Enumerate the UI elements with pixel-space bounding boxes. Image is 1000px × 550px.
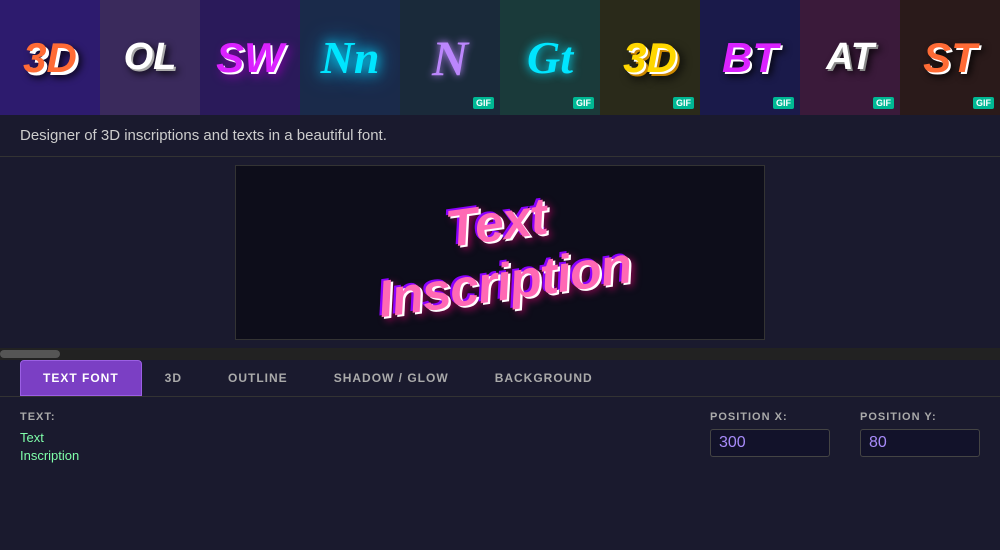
position-y-group: POSITION Y: (860, 411, 980, 457)
canvas-area: Text Inscription (0, 157, 1000, 348)
banner-item-3d-1[interactable]: 3D (0, 0, 100, 115)
gif-badge: GIF (673, 97, 694, 109)
scrollbar[interactable] (0, 348, 1000, 360)
scrollbar-thumb[interactable] (0, 350, 60, 358)
banner-item-label: SW (216, 34, 284, 82)
tab-outline[interactable]: OUTLINE (205, 360, 311, 396)
banner-item-label: N (432, 29, 468, 87)
top-banner: 3D OL SW Nn N GIF Gt GIF 3D GIF BT GIF A… (0, 0, 1000, 115)
banner-item-ol[interactable]: OL (100, 0, 200, 115)
position-x-label: POSITION X: (710, 411, 830, 423)
text-value: Text Inscription (20, 429, 79, 465)
banner-item-label: 3D (623, 34, 677, 82)
banner-item-at[interactable]: AT GIF (800, 0, 900, 115)
text-value-line1: Text (20, 429, 79, 447)
tab-shadow-glow[interactable]: SHADOW / GLOW (311, 360, 472, 396)
tab-text-font-label: TEXT FONT (43, 371, 119, 385)
description-text: Designer of 3D inscriptions and texts in… (20, 127, 387, 144)
controls: TEXT: Text Inscription POSITION X: POSIT… (0, 397, 1000, 479)
banner-item-st[interactable]: ST GIF (900, 0, 1000, 115)
position-x-group: POSITION X: (710, 411, 830, 457)
banner-item-sw[interactable]: SW (200, 0, 300, 115)
banner-item-label: AT (826, 36, 874, 79)
description: Designer of 3D inscriptions and texts in… (0, 115, 1000, 157)
gif-badge: GIF (973, 97, 994, 109)
banner-item-label: Nn (321, 31, 380, 84)
gif-badge: GIF (473, 97, 494, 109)
tab-background-label: BACKGROUND (495, 371, 593, 385)
text-control-group: TEXT: Text Inscription (20, 411, 79, 465)
gif-badge: GIF (773, 97, 794, 109)
position-y-input[interactable] (860, 429, 980, 457)
gif-badge: GIF (873, 97, 894, 109)
banner-item-bt[interactable]: BT GIF (700, 0, 800, 115)
tab-3d[interactable]: 3D (142, 360, 205, 396)
canvas-preview[interactable]: Text Inscription (235, 165, 765, 340)
banner-item-3d-2[interactable]: 3D GIF (600, 0, 700, 115)
tab-outline-label: OUTLINE (228, 371, 288, 385)
text-label: TEXT: (20, 411, 79, 423)
tab-background[interactable]: BACKGROUND (472, 360, 616, 396)
position-y-label: POSITION Y: (860, 411, 980, 423)
banner-item-label: 3D (23, 34, 77, 82)
tabs: TEXT FONT 3D OUTLINE SHADOW / GLOW BACKG… (0, 360, 1000, 397)
position-x-input[interactable] (710, 429, 830, 457)
banner-item-gt[interactable]: Gt GIF (500, 0, 600, 115)
tab-shadow-glow-label: SHADOW / GLOW (334, 371, 449, 385)
banner-item-label: ST (923, 34, 977, 82)
banner-item-n[interactable]: N GIF (400, 0, 500, 115)
banner-item-label: Gt (527, 31, 573, 84)
tab-3d-label: 3D (165, 371, 182, 385)
banner-item-label: BT (722, 34, 778, 82)
banner-item-label: OL (124, 36, 177, 79)
preview-text-wrapper: Text Inscription (365, 175, 634, 329)
gif-badge: GIF (573, 97, 594, 109)
tab-text-font[interactable]: TEXT FONT (20, 360, 142, 396)
text-value-line2: Inscription (20, 447, 79, 465)
position-group: POSITION X: POSITION Y: (710, 411, 980, 457)
banner-item-nn[interactable]: Nn (300, 0, 400, 115)
